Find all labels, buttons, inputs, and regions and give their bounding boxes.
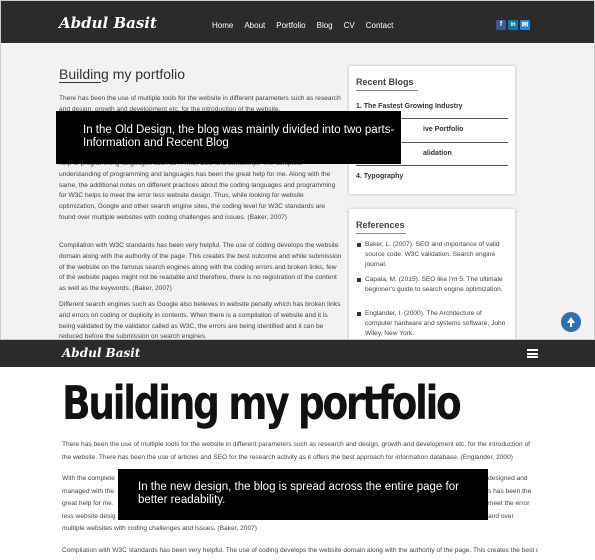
new-paragraph-1: There has been the use of multiple tools…	[62, 441, 530, 461]
reference-item: Baker, L. (2007). SEO and importance of …	[357, 240, 509, 270]
facebook-icon[interactable]: f	[496, 20, 506, 30]
new-paragraph-3: Compilation with W3C standards has been …	[62, 547, 538, 554]
social-links: f in ✉	[496, 20, 530, 30]
blog-divider	[356, 165, 508, 166]
nav-link-blog[interactable]: Blog	[317, 21, 333, 30]
hamburger-menu-icon[interactable]	[527, 349, 538, 358]
new-paragraph-2-line: and over	[488, 512, 514, 520]
nav-link-contact[interactable]: Contact	[366, 21, 394, 30]
mail-icon[interactable]: ✉	[520, 20, 530, 30]
new-design-screenshot: Abdul Basit Building my portfolio There …	[0, 340, 595, 560]
references-heading: References	[356, 220, 405, 230]
new-site-logo[interactable]: Abdul Basit	[62, 346, 140, 360]
nav-link-cv[interactable]: CV	[344, 21, 355, 30]
new-paragraph-2-line: multiple websites with coding challenges…	[62, 525, 257, 532]
new-navbar: Abdul Basit	[0, 340, 595, 367]
old-site-logo[interactable]: Abdul Basit	[59, 14, 157, 32]
new-paragraph-2-line: s has been the	[488, 487, 532, 495]
new-paragraph-2-right: designed and s has been the meet the err…	[488, 473, 548, 523]
old-design-caption: In the Old Design, the blog was mainly d…	[56, 111, 401, 164]
old-navbar: Abdul Basit Home About Portfolio Blog CV…	[1, 1, 594, 43]
old-nav-menu: Home About Portfolio Blog CV Contact	[212, 21, 393, 30]
new-page-title: Building my portfolio	[62, 376, 462, 430]
recent-blogs-heading: Recent Blogs	[356, 77, 414, 87]
blog-link-3[interactable]: alidation	[423, 150, 452, 157]
heading-underline	[356, 233, 406, 234]
new-design-caption: In the new design, the blog is spread ac…	[118, 469, 488, 520]
new-paragraph-2-line: meet the error	[488, 500, 530, 507]
reference-item: Englander, I. (2000). The Architecture o…	[357, 309, 509, 339]
old-design-screenshot: Abdul Basit Home About Portfolio Blog CV…	[0, 0, 595, 340]
linkedin-icon[interactable]: in	[508, 20, 518, 30]
new-paragraph-2-line: designed and	[488, 475, 528, 482]
nav-link-home[interactable]: Home	[212, 21, 233, 30]
heading-underline	[356, 90, 418, 91]
old-paragraph-2: help of programming languages such as HT…	[59, 160, 336, 221]
old-page-title: Building my portfolio	[59, 66, 186, 82]
old-paragraph-3: Compilation with W3C standards has been …	[59, 242, 342, 293]
old-paragraph-4: Different search engines such as Google …	[59, 301, 341, 340]
blog-link-2[interactable]: ive Portfolio	[423, 126, 463, 133]
nav-link-portfolio[interactable]: Portfolio	[276, 21, 305, 30]
title-underline	[59, 82, 101, 83]
reference-item: Capala, M. (2015). SEO like I'm 5. The u…	[357, 275, 509, 295]
references-card: References Baker, L. (2007). SEO and imp…	[349, 209, 515, 339]
blog-link-1[interactable]: 1. The Fastest Growing Industry	[356, 103, 463, 110]
nav-link-about[interactable]: About	[244, 21, 265, 30]
scroll-to-top-icon[interactable]	[561, 312, 581, 332]
blog-link-4[interactable]: 4. Typography	[356, 173, 403, 180]
